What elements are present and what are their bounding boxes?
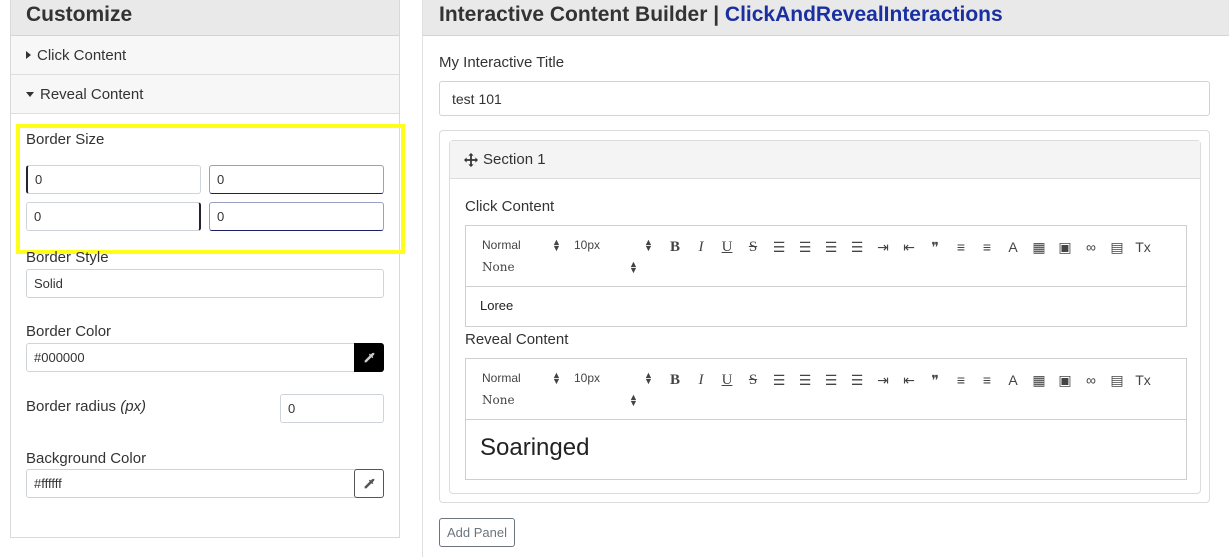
builder-title: Interactive Content Builder | [439, 3, 725, 26]
format-select-arrows-icon[interactable]: ▲ ▼ [552, 371, 561, 386]
font-select[interactable]: None [482, 393, 515, 407]
blockquote-icon[interactable]: ❞ [922, 237, 948, 257]
align-justify-icon[interactable]: ☰ [844, 370, 870, 390]
accordion-label: Click Content [37, 46, 127, 64]
size-select-arrows-icon[interactable]: ▲ ▼ [644, 238, 653, 253]
background-color-icon[interactable]: ▦ [1026, 237, 1052, 257]
accordion-click-content[interactable]: Click Content [11, 36, 399, 75]
font-select-arrows-icon[interactable]: ▲ ▼ [629, 260, 638, 275]
section-label: Section 1 [483, 151, 546, 168]
eyedropper-icon [364, 477, 375, 488]
align-justify-icon[interactable]: ☰ [844, 237, 870, 257]
ordered-list-icon[interactable]: ≡ [948, 370, 974, 390]
breadcrumb[interactable]: ClickAndRevealInteractions [725, 3, 1003, 26]
background-color-input[interactable]: #ffffff [26, 469, 356, 498]
title-field-input[interactable]: test 101 [439, 81, 1210, 116]
border-style-label: Border Style [26, 249, 109, 266]
builder-panel: Interactive Content Builder | ClickAndRe… [422, 0, 1229, 557]
clear-format-icon[interactable]: Tx [1130, 237, 1156, 257]
size-select[interactable]: 10px [574, 238, 600, 252]
image-icon[interactable]: ▣ [1052, 237, 1078, 257]
border-color-picker-button[interactable] [354, 343, 384, 372]
toolbar-icons: B I U S ☰ ☰ ☰ ☰ ⇥ ⇤ ❞ ≡ ≡ A ▦ ▣ ∞ ▤ Tx [662, 237, 1156, 257]
link-icon[interactable]: ∞ [1078, 237, 1104, 257]
underline-icon[interactable]: U [714, 370, 740, 390]
click-content-label: Click Content [465, 198, 555, 215]
section-card: Section 1 Click Content Normal ▲ ▼ 10px ▲… [449, 140, 1201, 494]
accordion-reveal-content[interactable]: Reveal Content [11, 75, 399, 114]
eyedropper-icon [364, 351, 375, 362]
indent-icon[interactable]: ⇥ [870, 370, 896, 390]
video-icon[interactable]: ▤ [1104, 370, 1130, 390]
builder-header: Interactive Content Builder | ClickAndRe… [423, 0, 1229, 36]
strikethrough-icon[interactable]: S [740, 237, 766, 257]
underline-icon[interactable]: U [714, 237, 740, 257]
image-icon[interactable]: ▣ [1052, 370, 1078, 390]
format-select[interactable]: Normal [482, 371, 521, 385]
italic-icon[interactable]: I [688, 237, 714, 257]
align-right-icon[interactable]: ☰ [818, 237, 844, 257]
bullet-list-icon[interactable]: ≡ [974, 370, 1000, 390]
format-select-arrows-icon[interactable]: ▲ ▼ [552, 238, 561, 253]
align-left-icon[interactable]: ☰ [766, 237, 792, 257]
outdent-icon[interactable]: ⇤ [896, 237, 922, 257]
size-select-arrows-icon[interactable]: ▲ ▼ [644, 371, 653, 386]
caret-down-icon [26, 91, 34, 97]
border-radius-unit: (px) [120, 398, 147, 415]
editor-toolbar: Normal ▲ ▼ 10px ▲ ▼ None ▲ ▼ B I U S ☰ ☰ ☰ … [466, 359, 1186, 420]
border-color-input[interactable]: #000000 [26, 343, 356, 372]
blockquote-icon[interactable]: ❞ [922, 370, 948, 390]
border-radius-label: Border radius (px) [26, 398, 147, 415]
move-icon[interactable] [464, 152, 478, 167]
reveal-content-editor: Normal ▲ ▼ 10px ▲ ▼ None ▲ ▼ B I U S ☰ ☰ ☰ … [465, 358, 1187, 480]
click-content-body[interactable]: Loree [466, 287, 1186, 324]
font-select[interactable]: None [482, 260, 515, 274]
click-content-editor: Normal ▲ ▼ 10px ▲ ▼ None ▲ ▼ B I U S ☰ ☰ ☰ … [465, 225, 1187, 327]
bullet-list-icon[interactable]: ≡ [974, 237, 1000, 257]
editor-toolbar: Normal ▲ ▼ 10px ▲ ▼ None ▲ ▼ B I U S ☰ ☰ ☰ … [466, 226, 1186, 287]
align-left-icon[interactable]: ☰ [766, 370, 792, 390]
clear-format-icon[interactable]: Tx [1130, 370, 1156, 390]
bold-icon[interactable]: B [662, 370, 688, 390]
outdent-icon[interactable]: ⇤ [896, 370, 922, 390]
size-select[interactable]: 10px [574, 371, 600, 385]
toolbar-icons: B I U S ☰ ☰ ☰ ☰ ⇥ ⇤ ❞ ≡ ≡ A ▦ ▣ ∞ ▤ Tx [662, 370, 1156, 390]
section-header[interactable]: Section 1 [450, 141, 1200, 179]
border-radius-input[interactable]: 0 [280, 394, 384, 423]
font-color-icon[interactable]: A [1000, 370, 1026, 390]
background-color-picker-button[interactable] [354, 469, 384, 498]
indent-icon[interactable]: ⇥ [870, 237, 896, 257]
customize-title: Customize [11, 0, 399, 36]
italic-icon[interactable]: I [688, 370, 714, 390]
align-right-icon[interactable]: ☰ [818, 370, 844, 390]
border-color-label: Border Color [26, 323, 112, 340]
format-select[interactable]: Normal [482, 238, 521, 252]
background-color-label: Background Color [26, 450, 147, 467]
align-center-icon[interactable]: ☰ [792, 237, 818, 257]
reveal-content-label: Reveal Content [465, 331, 569, 348]
background-color-icon[interactable]: ▦ [1026, 370, 1052, 390]
sections-container: Section 1 Click Content Normal ▲ ▼ 10px ▲… [439, 130, 1210, 503]
reveal-content-body[interactable]: Soaringed [466, 420, 1186, 476]
link-icon[interactable]: ∞ [1078, 370, 1104, 390]
ordered-list-icon[interactable]: ≡ [948, 237, 974, 257]
title-field-label: My Interactive Title [439, 54, 565, 71]
font-select-arrows-icon[interactable]: ▲ ▼ [629, 393, 638, 408]
highlight-annotation [16, 124, 405, 254]
video-icon[interactable]: ▤ [1104, 237, 1130, 257]
bold-icon[interactable]: B [662, 237, 688, 257]
add-panel-button[interactable]: Add Panel [439, 518, 515, 547]
caret-right-icon [26, 51, 31, 59]
font-color-icon[interactable]: A [1000, 237, 1026, 257]
border-style-select[interactable]: Solid [26, 269, 384, 298]
accordion-label: Reveal Content [40, 85, 144, 103]
align-center-icon[interactable]: ☰ [792, 370, 818, 390]
strikethrough-icon[interactable]: S [740, 370, 766, 390]
